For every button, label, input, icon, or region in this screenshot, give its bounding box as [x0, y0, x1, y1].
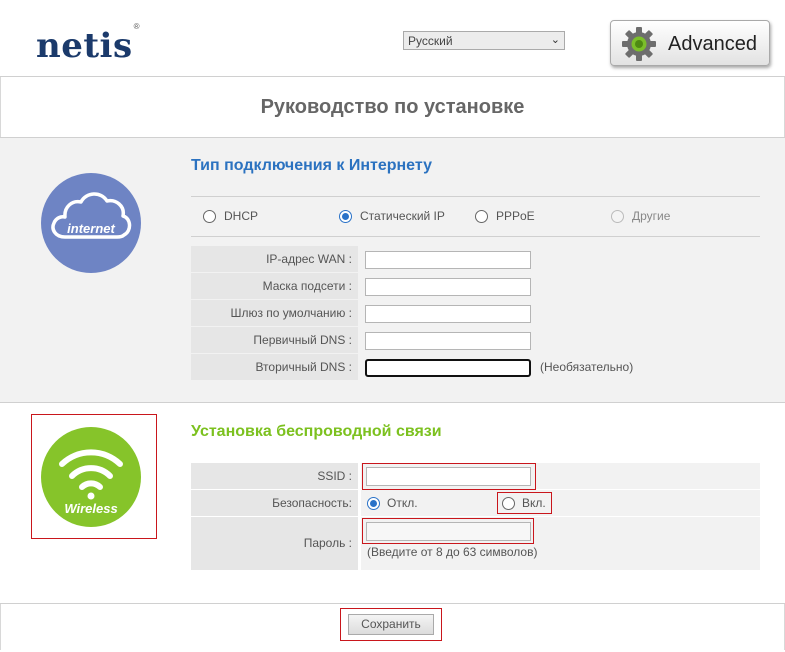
- label-other: Другие: [632, 209, 671, 223]
- password-hint: (Введите от 8 до 63 символов): [367, 545, 538, 559]
- ssid-label: SSID :: [191, 463, 358, 489]
- internet-icon: internet: [41, 173, 141, 273]
- secondary-dns-note: (Необязательно): [540, 360, 634, 374]
- label-security-off: Откл.: [387, 496, 418, 510]
- label-security-on: Вкл.: [522, 496, 546, 510]
- security-label: Безопасность:: [191, 490, 358, 516]
- security-row: [361, 490, 760, 516]
- divider: [191, 196, 760, 197]
- wan-ip-label: IP-адрес WAN :: [191, 246, 358, 272]
- brand-logo: netis®: [36, 21, 141, 66]
- internet-heading: Тип подключения к Интернету: [191, 157, 432, 174]
- title-bar: Руководство по установке: [0, 77, 785, 138]
- radio-dhcp[interactable]: [203, 210, 216, 223]
- gateway-label: Шлюз по умолчанию :: [191, 300, 358, 326]
- password-label: Пароль :: [191, 517, 358, 570]
- gateway-input[interactable]: [365, 305, 531, 323]
- internet-icon-label: internet: [67, 221, 115, 236]
- radio-security-on[interactable]: [502, 497, 515, 510]
- wan-ip-input[interactable]: [365, 251, 531, 269]
- label-static-ip: Статический IP: [360, 209, 445, 223]
- language-select[interactable]: Русский ⌄: [403, 31, 565, 50]
- gear-icon: [622, 27, 656, 61]
- ssid-input[interactable]: [366, 467, 531, 486]
- label-dhcp: DHCP: [224, 209, 259, 223]
- wireless-heading: Установка беспроводной связи: [191, 423, 442, 440]
- secondary-dns-label: Вторичный DNS :: [191, 354, 358, 380]
- subnet-mask-input[interactable]: [365, 278, 531, 296]
- divider: [191, 236, 760, 237]
- primary-dns-input[interactable]: [365, 332, 531, 350]
- page-title: Руководство по установке: [260, 96, 525, 118]
- radio-static-ip[interactable]: [339, 210, 352, 223]
- language-selected: Русский: [408, 34, 453, 48]
- password-input[interactable]: [366, 522, 531, 541]
- primary-dns-label: Первичный DNS :: [191, 327, 358, 353]
- header: netis® Русский ⌄ Advanced: [0, 0, 785, 77]
- radio-other: [611, 210, 624, 223]
- chevron-down-icon: ⌄: [550, 34, 560, 46]
- radio-pppoe[interactable]: [475, 210, 488, 223]
- advanced-button[interactable]: Advanced: [610, 20, 770, 66]
- save-button[interactable]: Сохранить: [348, 614, 434, 635]
- secondary-dns-input[interactable]: [365, 359, 531, 377]
- advanced-label: Advanced: [668, 33, 757, 55]
- wireless-icon-label: Wireless: [64, 501, 118, 516]
- subnet-mask-label: Маска подсети :: [191, 273, 358, 299]
- wireless-icon: Wireless: [41, 427, 141, 527]
- radio-security-off[interactable]: [367, 497, 380, 510]
- label-pppoe: PPPoE: [496, 209, 535, 223]
